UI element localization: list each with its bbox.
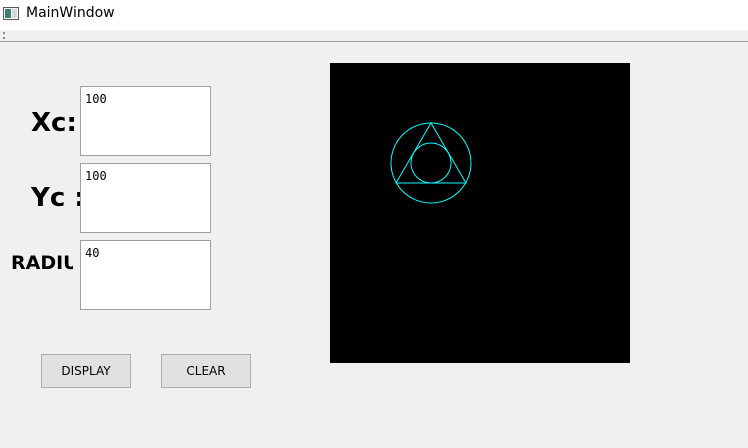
title-bar: MainWindow bbox=[0, 0, 748, 30]
toolbar-grip[interactable] bbox=[3, 32, 7, 39]
inner-circle bbox=[410, 142, 452, 184]
clear-button[interactable]: CLEAR bbox=[161, 354, 251, 388]
xc-input[interactable]: 100 bbox=[80, 86, 211, 156]
window-title: MainWindow bbox=[26, 5, 115, 21]
toolbar-strip bbox=[0, 30, 748, 42]
xc-label: Xc: bbox=[31, 108, 77, 138]
app-window-icon bbox=[3, 7, 19, 20]
drawing-svg bbox=[390, 122, 472, 204]
radius-label: RADIUS bbox=[11, 252, 73, 274]
outer-circle bbox=[390, 122, 472, 204]
display-button[interactable]: DISPLAY bbox=[41, 354, 131, 388]
radius-input[interactable]: 40 bbox=[80, 240, 211, 310]
yc-input[interactable]: 100 bbox=[80, 163, 211, 233]
yc-label: Yc : bbox=[31, 183, 85, 213]
drawing-canvas bbox=[330, 63, 630, 363]
